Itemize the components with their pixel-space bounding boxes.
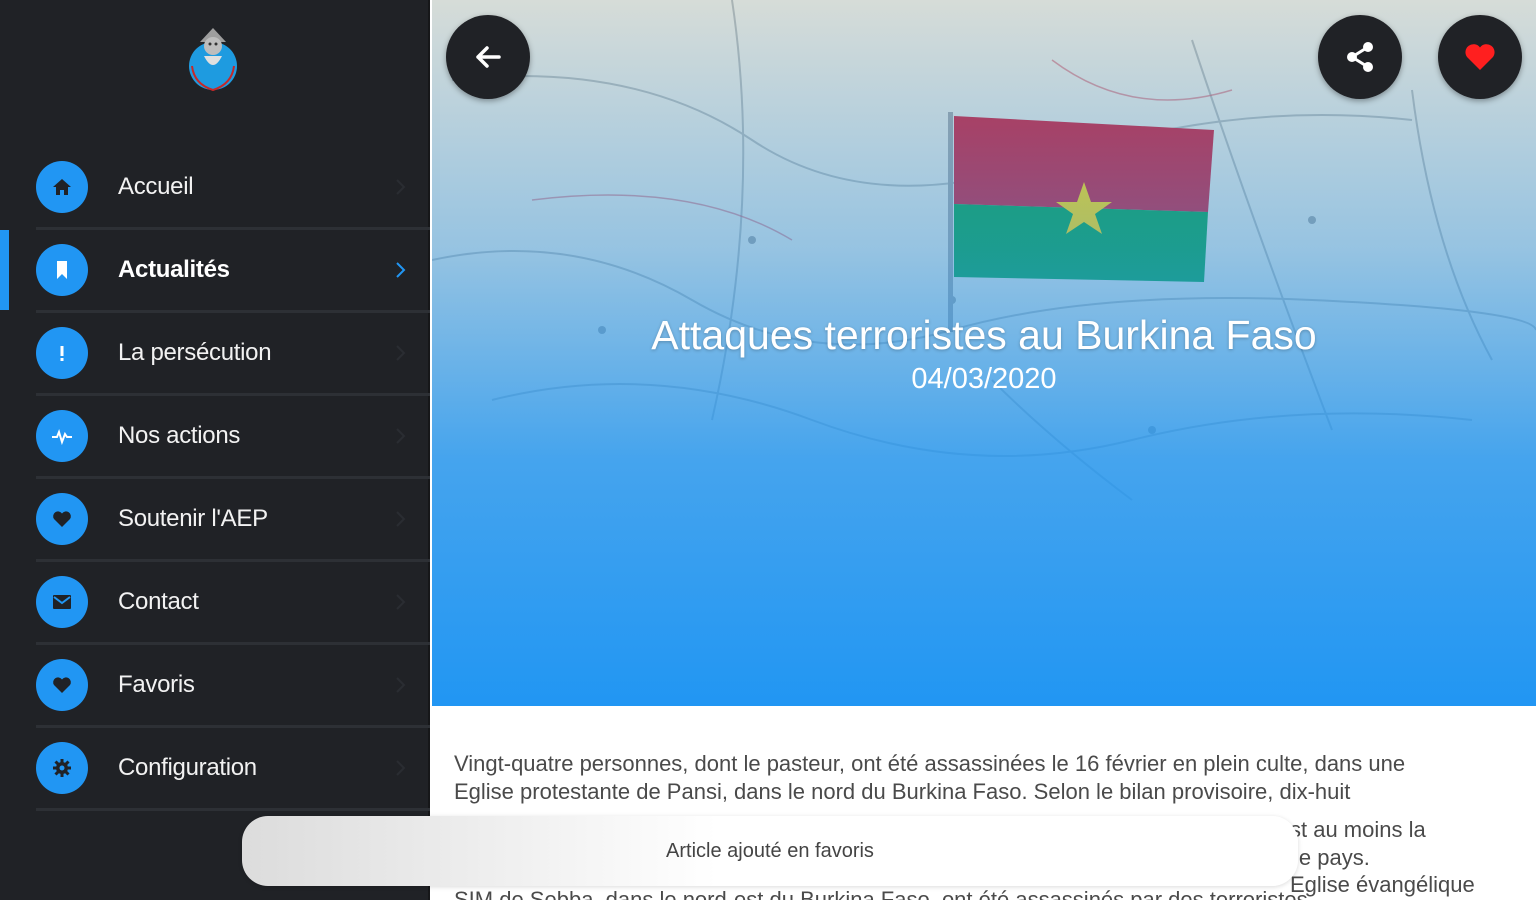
article-paragraph-line: Vingt-quatre personnes, dont le pasteur,…	[454, 751, 1406, 776]
sidebar-item-label: Favoris	[118, 671, 195, 698]
sidebar-item-label: Actualités	[118, 256, 230, 283]
heart-icon	[1465, 44, 1495, 70]
sidebar-item-label: Accueil	[118, 173, 194, 200]
toast-message: Article ajouté en favoris	[666, 839, 874, 862]
chevron-right-icon	[396, 345, 406, 361]
article-paragraph-line: SIM de Sebba, dans le nord-est du Burkin…	[454, 887, 1314, 900]
sidebar-item-label: La persécution	[118, 339, 272, 366]
article-date: 04/03/2020	[911, 363, 1057, 395]
heart-icon	[36, 493, 88, 545]
sidebar-item-persecution[interactable]: La persécution	[36, 313, 430, 396]
sidebar-item-label: Nos actions	[118, 422, 241, 449]
chevron-right-icon	[396, 511, 406, 527]
share-button[interactable]	[1318, 15, 1402, 99]
article-paragraph-line: le pays.	[1294, 844, 1370, 870]
back-button[interactable]	[446, 15, 530, 99]
share-icon	[1347, 42, 1373, 72]
pulse-icon	[36, 410, 88, 462]
chevron-right-icon	[396, 760, 406, 776]
article-body: Vingt-quatre personnes, dont le pasteur,…	[454, 750, 1504, 805]
sidebar-item-label: Soutenir l'AEP	[118, 505, 268, 532]
article-title: Attaques terroristes au Burkina Faso	[651, 312, 1317, 358]
sidebar-item-nos-actions[interactable]: Nos actions	[36, 396, 430, 479]
favorite-button[interactable]	[1438, 15, 1522, 99]
article-hero: Attaques terroristes au Burkina Faso 04/…	[432, 0, 1536, 706]
snackbar-toast: Article ajouté en favoris	[242, 816, 1298, 886]
gear-icon	[36, 742, 88, 794]
chevron-right-icon	[396, 594, 406, 610]
sidebar-item-soutenir[interactable]: Soutenir l'AEP	[36, 479, 430, 562]
app-logo	[180, 22, 246, 100]
article-paragraph-line: Eglise protestante de Pansi, dans le nor…	[454, 778, 1351, 804]
sidebar-item-contact[interactable]: Contact	[36, 562, 430, 645]
bookmark-icon	[36, 244, 88, 296]
sidebar-item-actualites[interactable]: Actualités	[0, 230, 430, 313]
sidebar-item-configuration[interactable]: Configuration	[36, 728, 430, 811]
heart-icon	[36, 659, 88, 711]
navigation-drawer: Accueil Actualités La persécution Nos ac…	[0, 0, 430, 900]
exclamation-icon	[36, 327, 88, 379]
home-icon	[36, 161, 88, 213]
chevron-right-icon	[396, 428, 406, 444]
mail-icon	[36, 576, 88, 628]
chevron-right-icon	[396, 677, 406, 693]
chevron-right-icon	[396, 262, 406, 278]
sidebar-item-label: Contact	[118, 588, 199, 615]
sidebar-item-favoris[interactable]: Favoris	[36, 645, 430, 728]
sidebar-item-accueil[interactable]: Accueil	[36, 147, 430, 230]
arrow-left-icon	[476, 46, 501, 68]
chevron-right-icon	[396, 179, 406, 195]
sidebar-item-label: Configuration	[118, 754, 257, 781]
article-paragraph-line: st au moins la	[1290, 817, 1426, 842]
sidebar-menu: Accueil Actualités La persécution Nos ac…	[0, 147, 430, 811]
